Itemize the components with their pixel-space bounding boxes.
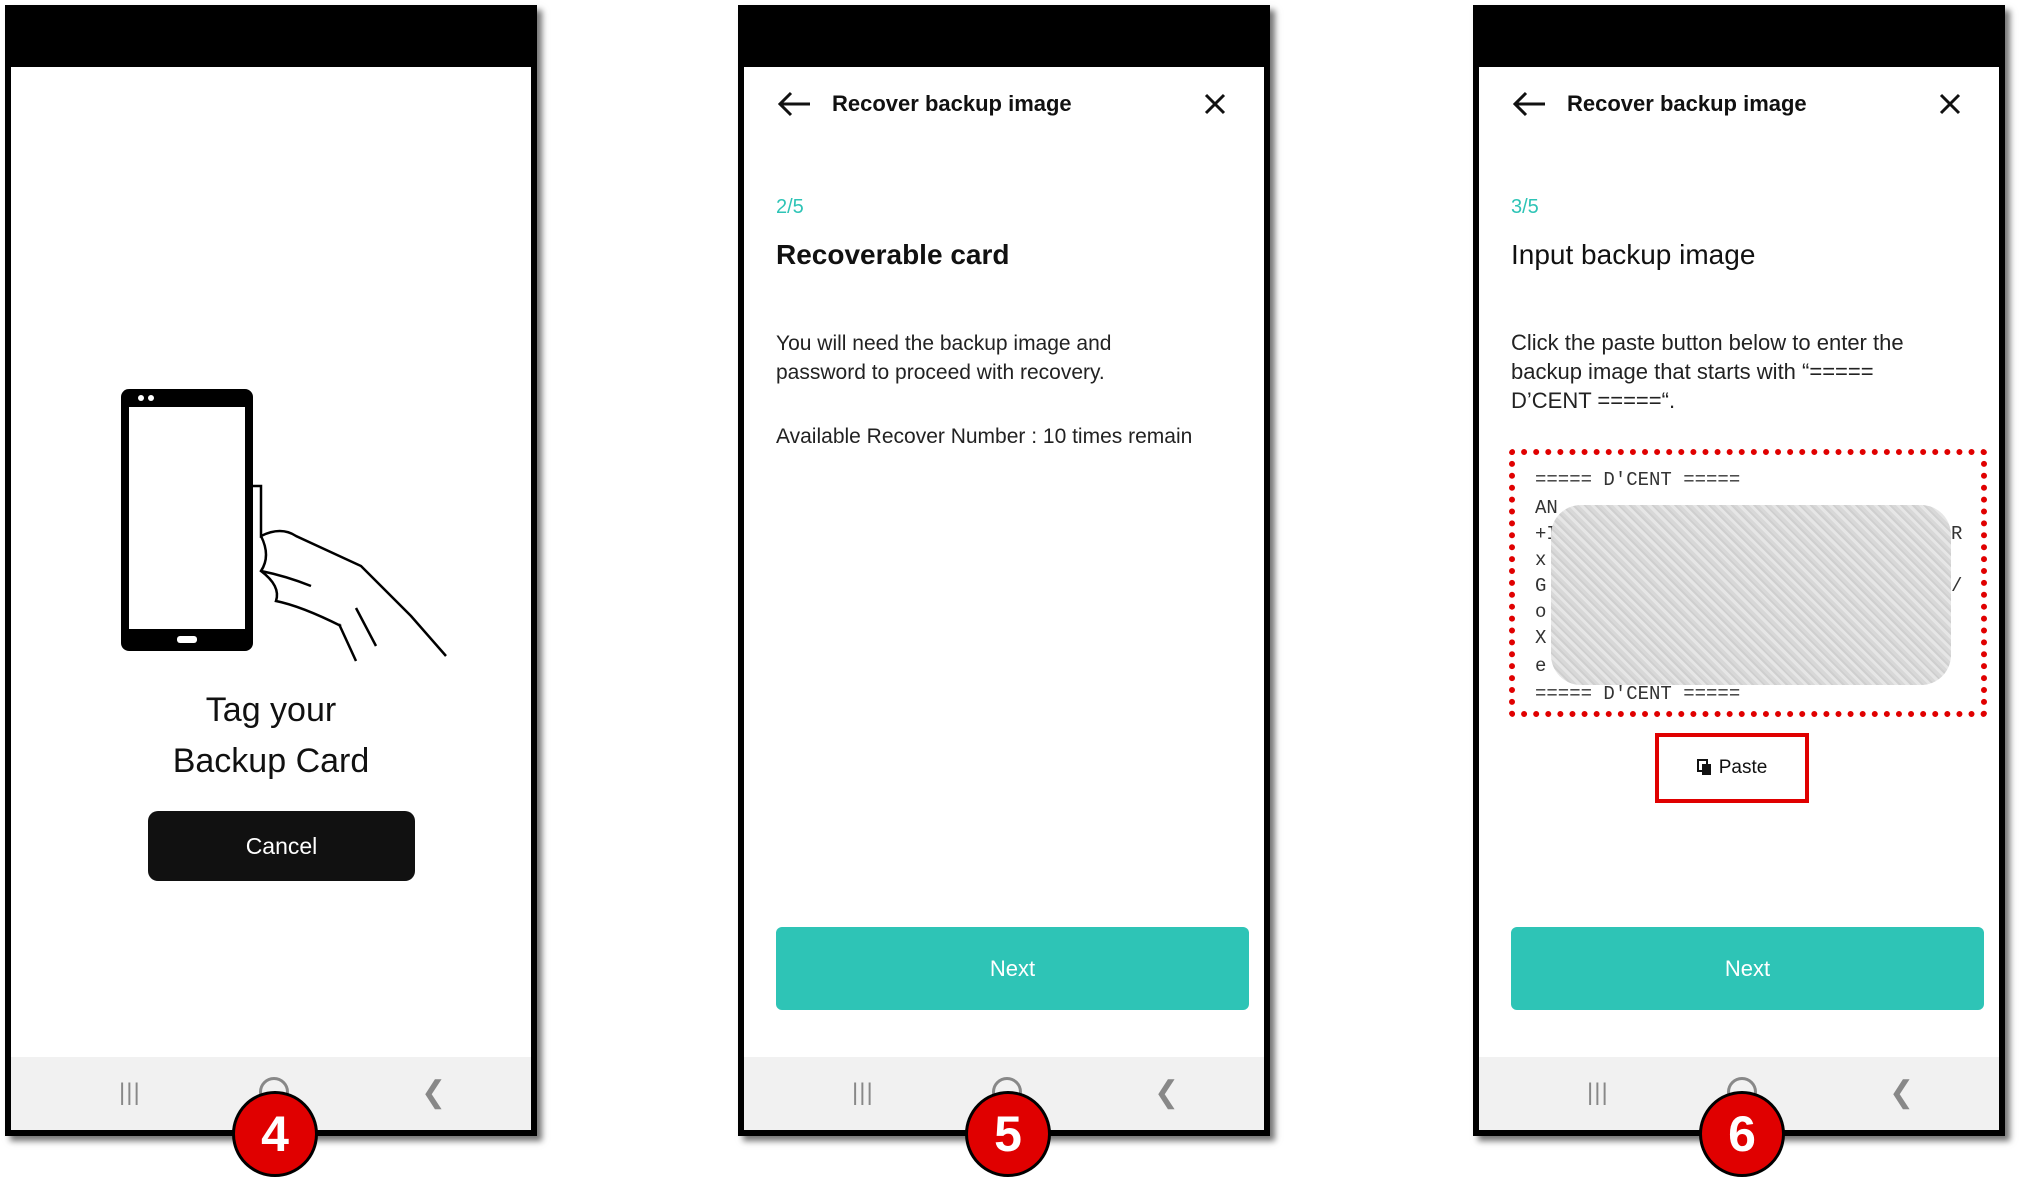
status-bar (11, 11, 531, 67)
back-arrow-icon[interactable] (776, 89, 812, 119)
redacted-fragment: o (1535, 601, 1547, 623)
redacted-fragment: / (1951, 575, 1963, 597)
page-title: Recoverable card (776, 239, 1010, 270)
step-indicator: 2/5 (776, 196, 804, 218)
phone-tag-illustration (121, 389, 447, 662)
back-arrow-icon[interactable] (1511, 89, 1547, 119)
redacted-fragment: X (1535, 627, 1547, 649)
nav-back-icon[interactable]: ❮ (1889, 1075, 1914, 1111)
recover-count-text: Available Recover Number : 10 times rema… (776, 425, 1193, 448)
redacted-fragment: x (1535, 549, 1547, 571)
redacted-backup-content (1551, 505, 1951, 685)
status-bar (1479, 11, 1999, 67)
close-icon[interactable] (1937, 91, 1963, 117)
header-title: Recover backup image (832, 91, 1072, 116)
instruction-line1: Click the paste button below to enter th… (1511, 330, 1904, 355)
nav-back-icon[interactable]: ❮ (421, 1075, 446, 1111)
tag-instruction-line1: Tag your (205, 691, 337, 729)
redacted-fragment: R (1951, 523, 1963, 545)
recent-apps-icon[interactable]: ||| (1587, 1075, 1609, 1111)
nav-back-icon[interactable]: ❮ (1154, 1075, 1179, 1111)
cancel-button[interactable]: Cancel (148, 811, 415, 881)
instruction-line3: D’CENT =====“. (1511, 388, 1676, 413)
app-header: Recover backup image (1479, 81, 1999, 141)
backup-image-field[interactable]: ===== D'CENT ===== AN +I x G o X e R / =… (1509, 449, 1987, 717)
redacted-fragment: G (1535, 575, 1547, 597)
step-indicator: 3/5 (1511, 196, 1539, 218)
step-badge-4: 4 (232, 1091, 318, 1177)
phone-screen-tag-card: Tag your Backup Card Cancel ||| ❮ (5, 5, 537, 1136)
recent-apps-icon[interactable]: ||| (852, 1075, 874, 1111)
tag-instruction-line2: Backup Card (172, 742, 370, 780)
recent-apps-icon[interactable]: ||| (119, 1075, 141, 1111)
copy-icon (1696, 759, 1711, 775)
status-bar (744, 11, 1264, 67)
redacted-fragment: e (1535, 655, 1547, 677)
description-line2: password to proceed with recovery. (776, 361, 1105, 384)
app-header: Recover backup image (744, 81, 1264, 141)
phone-screen-input-backup: Recover backup image 3/5 Input backup im… (1473, 5, 2005, 1136)
step-badge-5: 5 (965, 1091, 1051, 1177)
redacted-fragment: AN (1535, 497, 1558, 519)
paste-label: Paste (1718, 757, 1768, 778)
description-line1: You will need the backup image and (776, 332, 1112, 355)
phone-screen-recoverable-card: Recover backup image 2/5 Recoverable car… (738, 5, 1270, 1136)
step-badge-6: 6 (1699, 1091, 1785, 1177)
next-button[interactable]: Next (776, 927, 1249, 1010)
instruction-line2: backup image that starts with “===== (1511, 359, 1874, 384)
close-icon[interactable] (1202, 91, 1228, 117)
header-title: Recover backup image (1567, 91, 1807, 116)
paste-button[interactable]: Paste (1655, 733, 1809, 803)
page-title: Input backup image (1511, 239, 1756, 270)
backup-footer-text: ===== D'CENT ===== (1535, 683, 1741, 705)
backup-header-text: ===== D'CENT ===== (1535, 469, 1741, 491)
next-button[interactable]: Next (1511, 927, 1984, 1010)
